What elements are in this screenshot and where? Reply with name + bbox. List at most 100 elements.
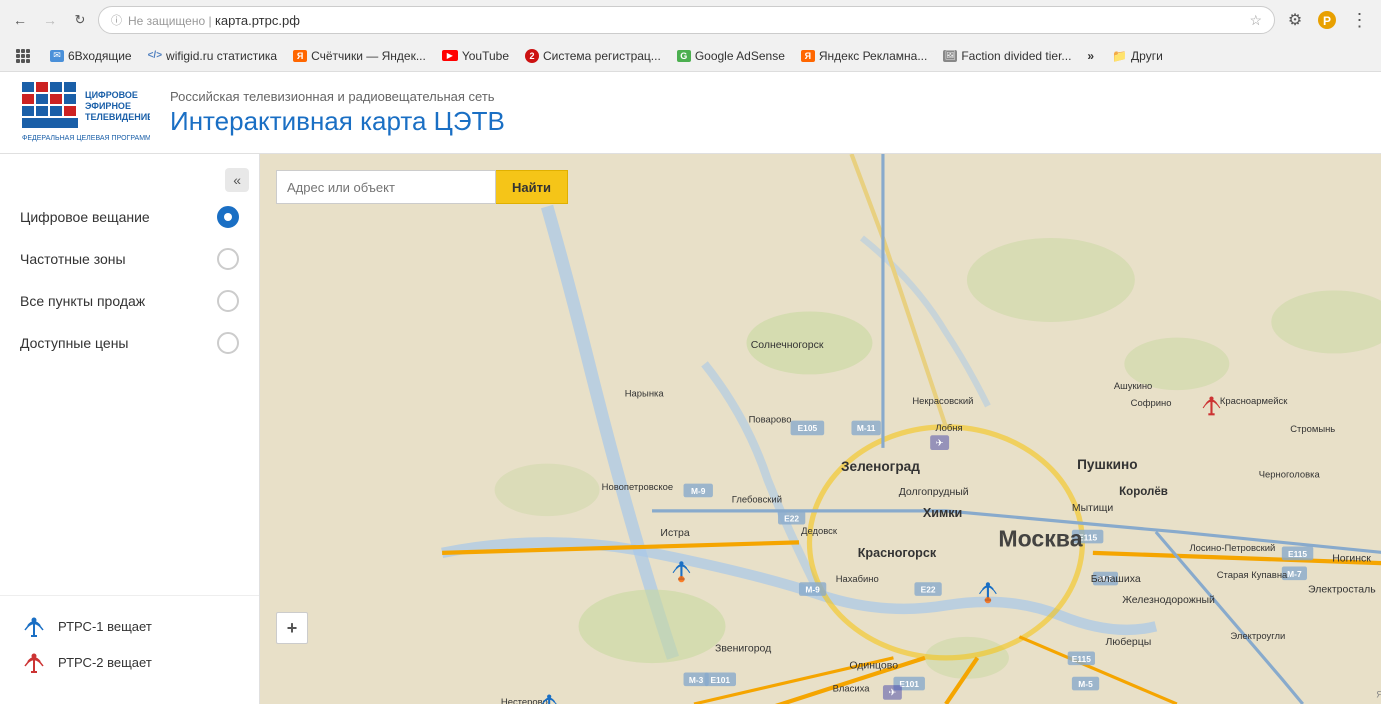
bookmark-schetchiki[interactable]: Я Счётчики — Яндек... (285, 46, 434, 66)
sidebar-label-sales: Все пункты продаж (20, 293, 201, 309)
adsense-label: Google AdSense (695, 49, 785, 63)
sidebar-item-frequency[interactable]: Частотные зоны (0, 238, 259, 280)
map-search-button[interactable]: Найти (496, 170, 568, 204)
svg-text:Балашиха: Балашиха (1091, 574, 1141, 585)
svg-text:ТЕЛЕВИДЕНИЕ: ТЕЛЕВИДЕНИЕ (85, 112, 150, 122)
profile-button[interactable]: P (1313, 6, 1341, 34)
svg-text:E101: E101 (899, 679, 919, 689)
back-button[interactable]: ← (8, 8, 32, 32)
svg-text:M-3: M-3 (689, 675, 704, 685)
adsense-favicon: G (677, 50, 691, 62)
extensions-button[interactable]: ⚙ (1281, 6, 1309, 34)
wifigid-favicon: </> (148, 50, 162, 61)
sidebar-legend: РТРС-1 вещает РТРС-2 вещает (0, 595, 259, 694)
bookmark-folder-drugie[interactable]: 📁 Други (1104, 46, 1171, 66)
radio-frequency[interactable] (217, 248, 239, 270)
svg-text:Лосино-Петровский: Лосино-Петровский (1189, 543, 1275, 554)
svg-text:Красноармейск: Красноармейск (1220, 396, 1288, 407)
svg-text:Королёв: Королёв (1119, 486, 1168, 498)
sidebar-item-prices[interactable]: Доступные цены (0, 322, 259, 364)
bookmark-star[interactable]: ☆ (1249, 12, 1262, 29)
svg-text:Черноголовка: Черноголовка (1259, 469, 1321, 480)
svg-text:Нестерово: Нестерово (501, 697, 548, 704)
legend-icon-rtrs1 (20, 612, 48, 640)
bookmark-faction[interactable]: 🖼 Faction divided tier... (935, 46, 1079, 66)
legend-rtrs1: РТРС-1 вещает (20, 612, 239, 640)
svg-text:ЦИФРОВОЕ: ЦИФРОВОЕ (85, 90, 138, 100)
browser-chrome: ← → ↻ ⓘ Не защищено | карта.ртрс.рф ☆ ⚙ … (0, 0, 1381, 72)
svg-text:Одинцово: Одинцово (849, 660, 898, 671)
more-button[interactable]: ⋮ (1345, 6, 1373, 34)
legend-label-rtrs2: РТРС-2 вещает (58, 655, 152, 670)
bookmark-yandex[interactable]: Я Яндекс Рекламна... (793, 46, 935, 66)
map-container[interactable]: Найти + (260, 154, 1381, 704)
sidebar-collapse-button[interactable]: « (225, 168, 249, 192)
svg-text:E22: E22 (921, 585, 936, 595)
bookmark-wifigid[interactable]: </> wifigid.ru статистика (140, 46, 286, 66)
address-bar[interactable]: ⓘ Не защищено | карта.ртрс.рф ☆ (98, 6, 1275, 34)
logo-svg: ЦИФРОВОЕ ЭФИРНОЕ ТЕЛЕВИДЕНИЕ ФЕДЕРАЛЬНАЯ… (20, 80, 150, 145)
yandex-label: Яндекс Рекламна... (819, 49, 927, 63)
youtube-label: YouTube (462, 49, 509, 63)
browser-toolbar: ← → ↻ ⓘ Не защищено | карта.ртрс.рф ☆ ⚙ … (0, 0, 1381, 40)
bookmark-adsense[interactable]: G Google AdSense (669, 46, 793, 66)
svg-text:М-7: М-7 (1287, 569, 1302, 579)
svg-text:✈: ✈ (936, 438, 944, 449)
sidebar-label-frequency: Частотные зоны (20, 251, 201, 267)
sistema-label: Система регистрац... (543, 49, 661, 63)
radio-sales[interactable] (217, 290, 239, 312)
toolbar-right: ⚙ P ⋮ (1281, 6, 1373, 34)
svg-text:М-11: М-11 (857, 423, 876, 433)
svg-text:ЭФИРНОЕ: ЭФИРНОЕ (85, 101, 131, 111)
svg-text:Железнодорожный: Железнодорожный (1122, 595, 1215, 606)
svg-text:Истра: Истра (660, 528, 689, 539)
page-container: ЦИФРОВОЕ ЭФИРНОЕ ТЕЛЕВИДЕНИЕ ФЕДЕРАЛЬНАЯ… (0, 72, 1381, 704)
security-indicator: ⓘ (111, 12, 122, 28)
svg-text:Солнечногорск: Солнечногорск (751, 340, 824, 351)
forward-button[interactable]: → (38, 8, 62, 32)
map-zoom-button[interactable]: + (276, 612, 308, 644)
svg-text:M-9: M-9 (691, 486, 706, 496)
site-logo: ЦИФРОВОЕ ЭФИРНОЕ ТЕЛЕВИДЕНИЕ ФЕДЕРАЛЬНАЯ… (20, 80, 150, 145)
svg-text:Электроугли: Электроугли (1230, 631, 1285, 642)
svg-text:✈: ✈ (888, 688, 896, 699)
legend-rtrs2: РТРС-2 вещает (20, 648, 239, 676)
svg-text:Люберцы: Люберцы (1105, 636, 1151, 648)
radio-digital[interactable] (217, 206, 239, 228)
site-header: ЦИФРОВОЕ ЭФИРНОЕ ТЕЛЕВИДЕНИЕ ФЕДЕРАЛЬНАЯ… (0, 72, 1381, 154)
svg-text:Красногорск: Красногорск (858, 546, 937, 560)
map-svg: E105 М-11 E22 M-9 E22 M-9 E115 М-7 E115 … (260, 154, 1381, 704)
svg-text:Лобня: Лобня (935, 423, 962, 434)
sidebar: « Цифровое вещание Частотные зоны Все пу… (0, 154, 260, 704)
folder-label: Други (1131, 49, 1163, 63)
svg-text:Яндекс: Яндекс (1376, 690, 1381, 701)
main-content: « Цифровое вещание Частотные зоны Все пу… (0, 154, 1381, 704)
folder-icon: 📁 (1112, 49, 1127, 63)
sidebar-label-digital: Цифровое вещание (20, 209, 201, 225)
url-prefix: Не защищено | (128, 14, 215, 28)
bookmark-sistema[interactable]: 2 Система регистрац... (517, 46, 669, 66)
bookmark-youtube[interactable]: ▶ YouTube (434, 46, 517, 66)
sidebar-item-sales[interactable]: Все пункты продаж (0, 280, 259, 322)
bookmark-6vhodyaschie[interactable]: ✉ 6Входящие (42, 46, 140, 66)
map-search-input[interactable] (276, 170, 496, 204)
faction-label: Faction divided tier... (961, 49, 1071, 63)
radio-prices[interactable] (217, 332, 239, 354)
svg-text:E115: E115 (1288, 549, 1307, 559)
svg-text:Ашукино: Ашукино (1114, 381, 1152, 392)
sidebar-item-digital[interactable]: Цифровое вещание (0, 196, 259, 238)
svg-text:Химки: Химки (923, 506, 962, 520)
svg-text:M-5: M-5 (1078, 679, 1093, 689)
svg-text:Глебовский: Глебовский (732, 494, 782, 505)
reload-button[interactable]: ↻ (68, 8, 92, 32)
svg-text:Зеленоград: Зеленоград (841, 459, 920, 474)
schetchiki-label: Счётчики — Яндек... (311, 49, 426, 63)
svg-text:Москва: Москва (998, 526, 1082, 552)
site-header-text: Российская телевизионная и радиовещатель… (170, 89, 505, 137)
svg-text:Нахабино: Нахабино (836, 574, 879, 585)
6v-favicon: ✉ (50, 50, 64, 62)
legend-label-rtrs1: РТРС-1 вещает (58, 619, 152, 634)
bookmark-overflow[interactable]: » (1079, 46, 1102, 66)
bookmark-apps[interactable] (8, 46, 42, 66)
svg-text:Новопетровское: Новопетровское (602, 482, 673, 493)
